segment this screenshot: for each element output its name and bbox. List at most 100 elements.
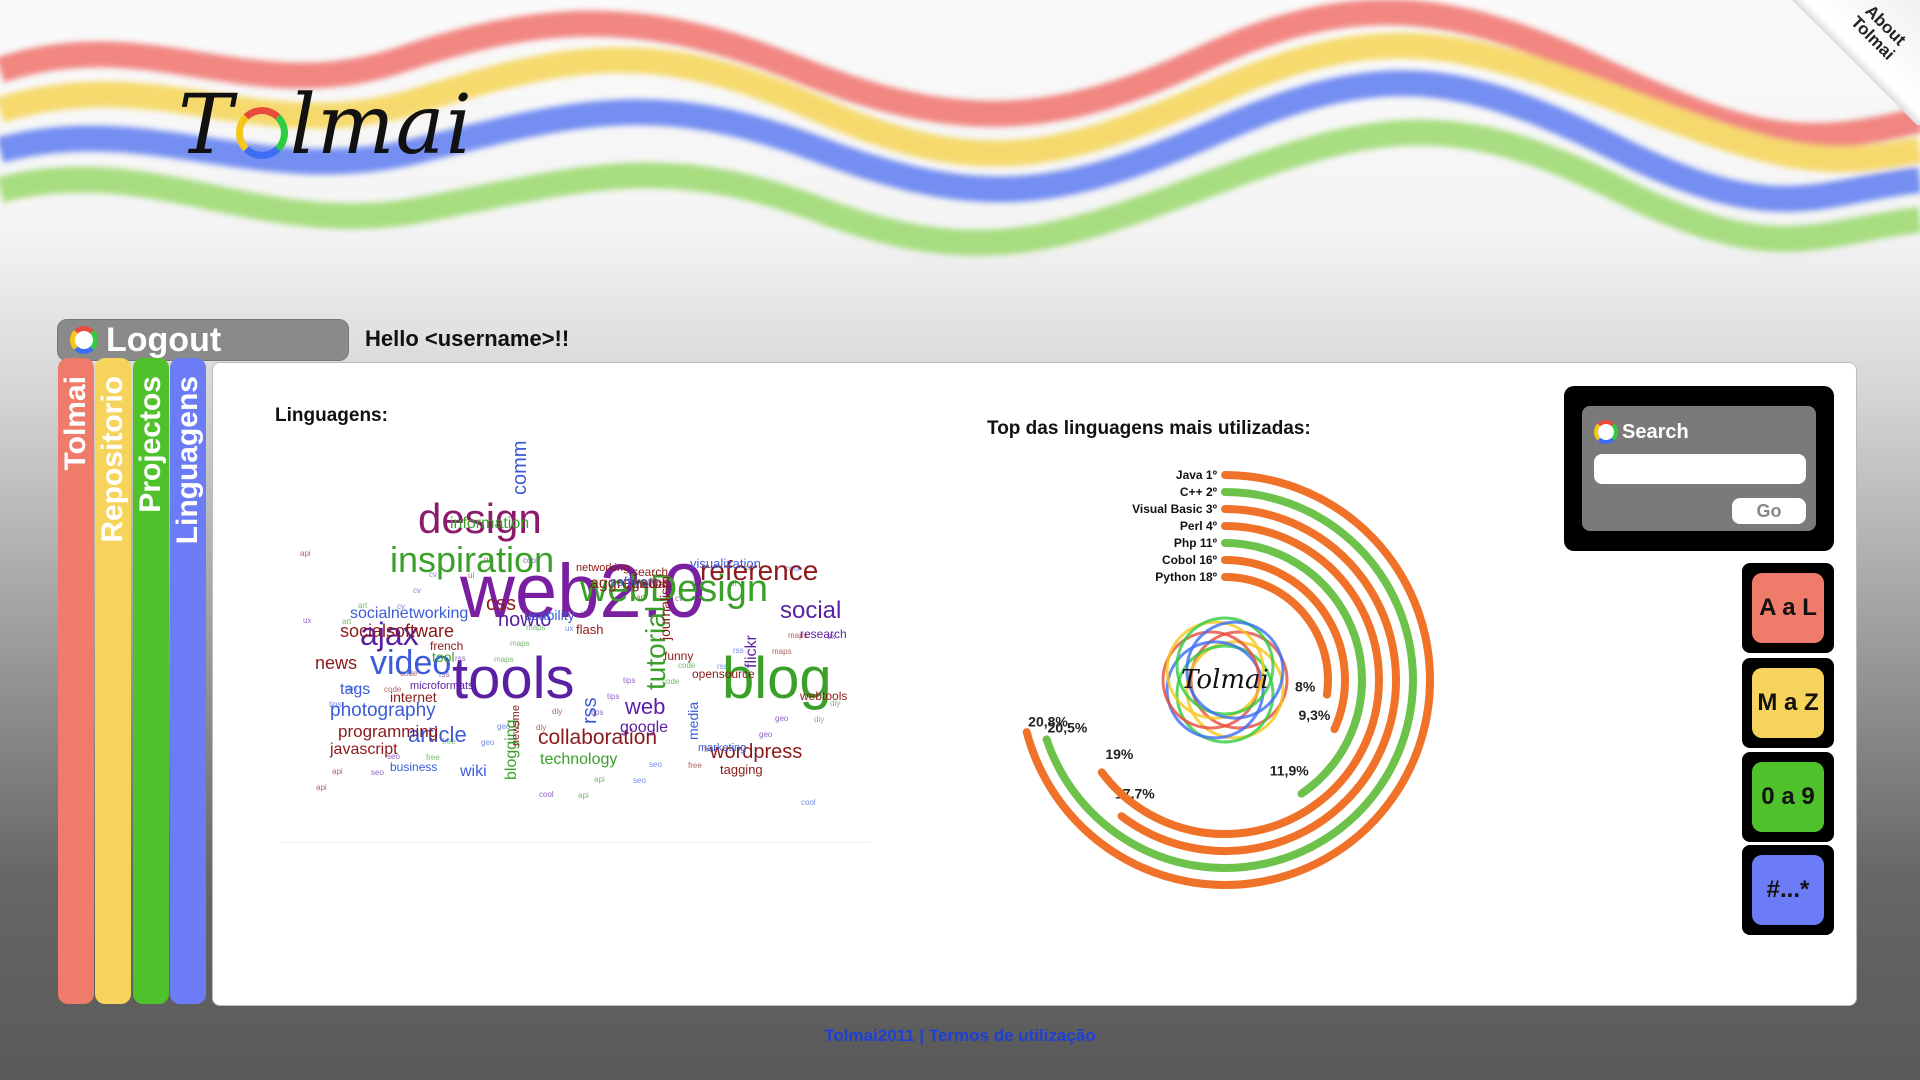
search-input[interactable]: [1594, 454, 1806, 484]
nav-tab-projectos[interactable]: Projectos: [133, 358, 169, 1004]
tag-word[interactable]: microformats: [410, 681, 474, 692]
logo-text-end: lmai: [289, 78, 473, 173]
filter-button-0[interactable]: A a L: [1742, 563, 1834, 653]
nav-tab-tolmai[interactable]: Tolmai: [58, 358, 94, 1004]
tag-word[interactable]: media: [685, 702, 701, 740]
category-label: Visual Basic 3º: [1132, 502, 1217, 516]
tag-word-small: seo: [371, 768, 384, 777]
language-tag-cloud: tips maps cv api geo code ux ui seo diy rss art cool…: [280, 440, 870, 843]
tag-word[interactable]: flash: [576, 623, 603, 636]
tag-word[interactable]: tagging: [720, 763, 763, 776]
filter-label: 0 a 9: [1752, 762, 1824, 832]
value-label: 20,5%: [1048, 719, 1088, 735]
search-label: Search: [1622, 420, 1689, 443]
tag-word[interactable]: medias: [632, 578, 671, 590]
category-label: Java 1º: [1176, 468, 1218, 482]
tag-word-small: seo: [649, 760, 662, 769]
nav-tab-label: Tolmai: [59, 376, 92, 471]
filter-label: M a Z: [1752, 668, 1824, 738]
value-label: 8%: [1295, 679, 1316, 695]
tag-word-small: ux: [303, 616, 312, 625]
tag-word-small: cool: [539, 790, 554, 799]
tag-word-small: cool: [801, 798, 816, 807]
tag-word-small: api: [300, 549, 311, 558]
tag-word-small: tips: [607, 692, 620, 701]
tag-word-small: api: [594, 775, 605, 784]
category-label: Cobol 16º: [1162, 553, 1218, 567]
tag-word[interactable]: business: [390, 761, 437, 773]
tag-word-small: seo: [633, 776, 646, 785]
tag-word[interactable]: inspiration: [390, 542, 554, 578]
tag-word[interactable]: internet: [390, 690, 437, 704]
filter-label: #...*: [1752, 855, 1824, 925]
search-label-row: Search: [1594, 420, 1689, 444]
search-panel: Search Go: [1564, 386, 1834, 551]
logout-button[interactable]: Logout: [57, 319, 349, 361]
filter-label: A a L: [1752, 573, 1824, 643]
filter-button-3[interactable]: #...*: [1742, 845, 1834, 935]
tag-word-small: geo: [759, 730, 773, 739]
tag-word-small: cv: [413, 586, 421, 595]
tag-cloud-title: Linguagens:: [275, 405, 388, 426]
tag-word[interactable]: socialsoftware: [340, 622, 454, 640]
copyright-link[interactable]: Tolmai2011: [824, 1026, 914, 1045]
tag-word[interactable]: css: [486, 594, 516, 614]
center-logo-text: Tolmai: [1181, 665, 1269, 695]
tolmai-logo[interactable]: Tlmai: [178, 78, 473, 173]
tag-word[interactable]: marketing: [698, 743, 746, 754]
tag-word-small: geo: [481, 738, 495, 747]
category-label: C++ 2º: [1180, 485, 1218, 499]
footer: Tolmai2011 | Termos de utilização: [0, 1026, 1920, 1046]
tag-word-small: geo: [775, 714, 789, 723]
tag-word[interactable]: networking: [576, 563, 629, 574]
tag-word[interactable]: wiki: [460, 764, 487, 780]
tag-word-small: free: [688, 761, 702, 770]
tolmai-swirl-icon: [70, 326, 98, 354]
tag-word[interactable]: flickr: [743, 635, 760, 668]
search-box: Search Go: [1582, 406, 1816, 531]
about-tolmai-link[interactable]: About Tolmai: [1848, 0, 1911, 63]
tag-word[interactable]: french: [430, 640, 463, 652]
terms-link[interactable]: Termos de utilização: [929, 1026, 1096, 1045]
nav-tab-repositorio[interactable]: Repositorio: [95, 358, 131, 1004]
tag-word[interactable]: tools: [452, 650, 575, 708]
tag-word[interactable]: community: [509, 440, 531, 495]
tag-word[interactable]: rss: [579, 697, 601, 724]
tag-word[interactable]: usability: [524, 608, 575, 622]
about-tolmai-page-curl[interactable]: About Tolmai: [1790, 0, 1920, 125]
tag-word[interactable]: web: [625, 696, 665, 718]
category-label: Php 11º: [1174, 536, 1218, 550]
category-label: Perl 4º: [1180, 519, 1218, 533]
user-greeting: Hello <username>!!: [365, 326, 570, 351]
tag-word[interactable]: news: [315, 654, 357, 672]
chart-title: Top das linguagens mais utilizadas:: [987, 418, 1311, 439]
tag-word[interactable]: visualization: [690, 557, 761, 570]
tag-word[interactable]: socialnetworking: [350, 606, 468, 622]
value-label: 9,3%: [1298, 707, 1330, 723]
tag-word[interactable]: programming: [338, 723, 438, 740]
tag-word[interactable]: google: [620, 720, 668, 736]
footer-separator: |: [914, 1026, 929, 1045]
value-label: 19%: [1105, 746, 1134, 762]
tag-word-small: api: [578, 791, 589, 800]
tag-word[interactable]: research: [800, 628, 847, 640]
tag-word[interactable]: social: [780, 599, 841, 623]
tag-word[interactable]: opensource: [692, 668, 755, 680]
tag-word[interactable]: webtools: [800, 690, 847, 702]
tag-word[interactable]: funny: [664, 650, 693, 662]
tag-word[interactable]: technology: [540, 752, 617, 768]
filter-button-1[interactable]: M a Z: [1742, 658, 1834, 748]
logout-label: Logout: [106, 320, 222, 359]
tag-word[interactable]: newsme: [510, 705, 522, 746]
filter-button-2[interactable]: 0 a 9: [1742, 752, 1834, 842]
category-label: Python 18º: [1155, 570, 1217, 584]
languages-radial-chart: Java 1º20,8%C++ 2º20,5%Visual Basic 3º17…: [1022, 468, 1434, 889]
nav-tab-label: Projectos: [134, 376, 167, 513]
tag-word-small: api: [316, 783, 327, 792]
search-swirl-icon: [1594, 420, 1618, 444]
tag-word[interactable]: information: [450, 516, 529, 532]
nav-tab-linguagens[interactable]: Linguagens: [170, 358, 206, 1004]
tag-word[interactable]: tags: [340, 682, 370, 698]
search-go-button[interactable]: Go: [1732, 498, 1806, 524]
tag-word[interactable]: javascript: [330, 742, 398, 758]
